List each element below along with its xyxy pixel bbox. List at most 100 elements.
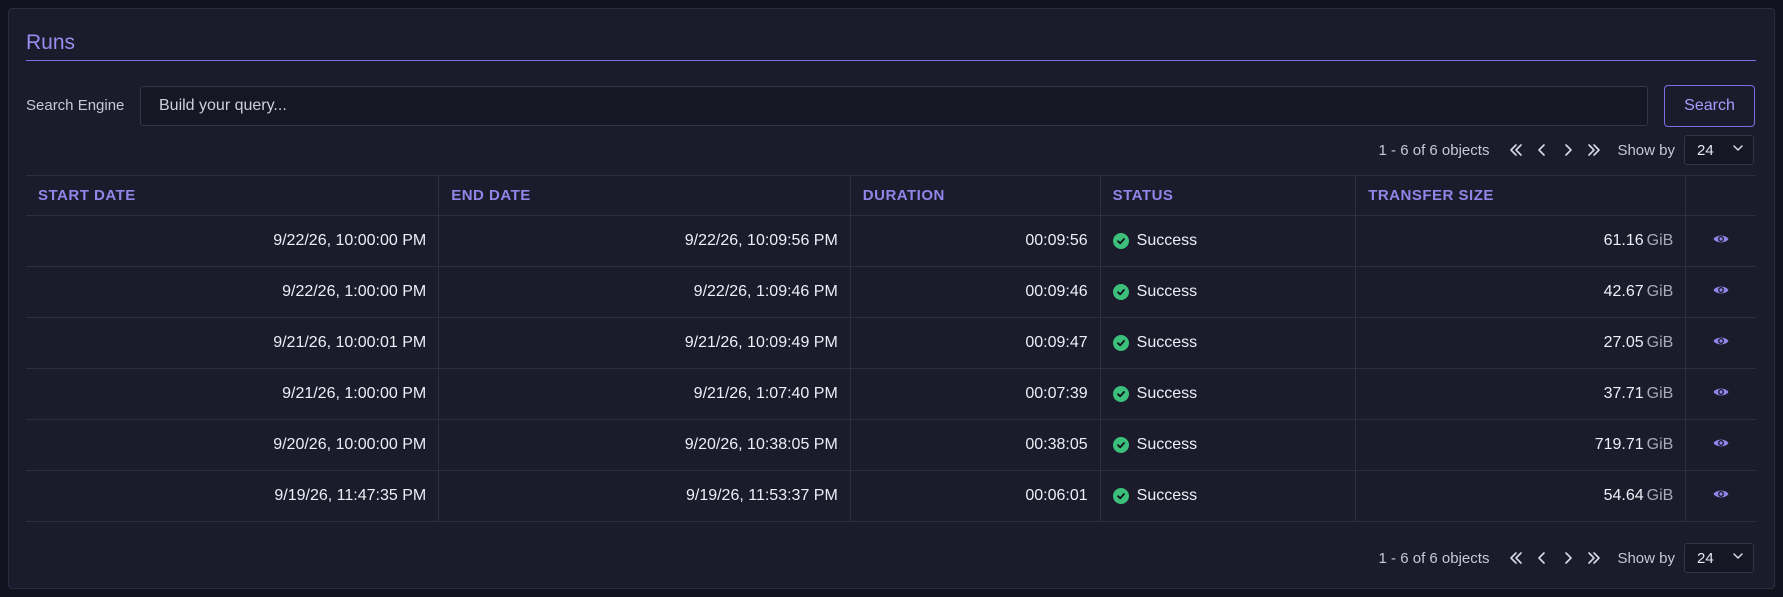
actions-cell	[1685, 368, 1756, 420]
pagination-top: 1 - 6 of 6 objects Show by 24	[1379, 135, 1754, 165]
show-by-select[interactable]: 24	[1684, 135, 1754, 165]
status-cell: Success	[1100, 317, 1357, 369]
status-text: Success	[1136, 282, 1198, 300]
show-by-label: Show by	[1617, 549, 1675, 567]
show-by-label: Show by	[1617, 141, 1675, 159]
search-button[interactable]: Search	[1664, 85, 1755, 127]
first-page-icon[interactable]	[1503, 137, 1529, 163]
show-by-select[interactable]: 24	[1684, 543, 1754, 573]
actions-cell	[1685, 317, 1756, 369]
start-date-cell: 9/20/26, 10:00:00 PM	[26, 419, 440, 471]
transfer-size-unit: GiB	[1646, 487, 1674, 504]
table-row[interactable]: 9/20/26, 10:00:00 PM 9/20/26, 10:38:05 P…	[26, 419, 1756, 471]
status-cell: Success	[1100, 266, 1357, 318]
transfer-size-value: 54.64	[1603, 487, 1644, 504]
previous-page-icon[interactable]	[1529, 545, 1555, 571]
eye-icon[interactable]	[1712, 383, 1730, 401]
duration-cell: 00:06:01	[850, 470, 1101, 522]
duration-cell: 00:09:47	[850, 317, 1101, 369]
end-date-cell: 9/20/26, 10:38:05 PM	[438, 419, 851, 471]
end-date-cell: 9/19/26, 11:53:37 PM	[438, 470, 851, 522]
start-date-cell: 9/21/26, 10:00:01 PM	[26, 317, 440, 369]
status-cell: Success	[1100, 470, 1357, 522]
search-input[interactable]	[140, 86, 1648, 126]
pagination-count: 1 - 6 of 6 objects	[1378, 549, 1490, 567]
table-header-row: START DATE END DATE DURATION STATUS TRAN…	[26, 175, 1756, 216]
search-label: Search Engine	[26, 97, 125, 114]
status-text: Success	[1136, 486, 1198, 504]
show-by-value: 24	[1697, 549, 1714, 567]
runs-panel: Runs Search Engine Search 1 - 6 of 6 obj…	[8, 8, 1775, 589]
start-date-cell: 9/19/26, 11:47:35 PM	[26, 470, 440, 522]
transfer-size-cell: 27.05 GiB	[1355, 317, 1687, 369]
table-row[interactable]: 9/21/26, 1:00:00 PM 9/21/26, 1:07:40 PM …	[26, 368, 1756, 420]
page-title: Runs	[26, 31, 76, 54]
table-row[interactable]: 9/22/26, 1:00:00 PM 9/22/26, 1:09:46 PM …	[26, 266, 1756, 318]
column-header-status[interactable]: STATUS	[1100, 175, 1357, 216]
chevron-down-icon	[1731, 141, 1745, 159]
previous-page-icon[interactable]	[1529, 137, 1555, 163]
actions-cell	[1685, 470, 1756, 522]
success-check-icon	[1112, 283, 1129, 300]
start-date-cell: 9/21/26, 1:00:00 PM	[26, 368, 440, 420]
column-header-transfer-size[interactable]: TRANSFER SIZE	[1355, 175, 1687, 216]
transfer-size-cell: 37.71 GiB	[1355, 368, 1687, 420]
success-check-icon	[1112, 232, 1129, 249]
duration-cell: 00:09:46	[850, 266, 1101, 318]
success-check-icon	[1112, 334, 1129, 351]
next-page-icon[interactable]	[1555, 137, 1581, 163]
transfer-size-unit: GiB	[1646, 385, 1674, 402]
runs-table: START DATE END DATE DURATION STATUS TRAN…	[26, 175, 1756, 522]
status-text: Success	[1136, 231, 1198, 249]
first-page-icon[interactable]	[1503, 545, 1529, 571]
transfer-size-value: 61.16	[1603, 232, 1644, 249]
title-divider	[26, 60, 1756, 61]
eye-icon[interactable]	[1712, 434, 1730, 452]
transfer-size-cell: 61.16 GiB	[1355, 215, 1687, 267]
transfer-size-cell: 54.64 GiB	[1355, 470, 1687, 522]
success-check-icon	[1112, 436, 1129, 453]
eye-icon[interactable]	[1712, 485, 1730, 503]
transfer-size-unit: GiB	[1646, 283, 1674, 300]
status-cell: Success	[1100, 215, 1357, 267]
column-header-end-date[interactable]: END DATE	[438, 175, 851, 216]
end-date-cell: 9/21/26, 10:09:49 PM	[438, 317, 851, 369]
last-page-icon[interactable]	[1581, 137, 1607, 163]
eye-icon[interactable]	[1712, 230, 1730, 248]
transfer-size-value: 37.71	[1603, 385, 1644, 402]
table-row[interactable]: 9/19/26, 11:47:35 PM 9/19/26, 11:53:37 P…	[26, 470, 1756, 522]
transfer-size-cell: 42.67 GiB	[1355, 266, 1687, 318]
transfer-size-cell: 719.71 GiB	[1355, 419, 1687, 471]
actions-cell	[1685, 215, 1756, 267]
status-text: Success	[1136, 333, 1198, 351]
next-page-icon[interactable]	[1555, 545, 1581, 571]
transfer-size-value: 27.05	[1603, 334, 1644, 351]
status-text: Success	[1136, 435, 1198, 453]
transfer-size-value: 42.67	[1603, 283, 1644, 300]
success-check-icon	[1112, 385, 1129, 402]
show-by-value: 24	[1697, 141, 1714, 159]
success-check-icon	[1112, 487, 1129, 504]
status-cell: Success	[1100, 419, 1357, 471]
actions-cell	[1685, 266, 1756, 318]
table-row[interactable]: 9/22/26, 10:00:00 PM 9/22/26, 10:09:56 P…	[26, 215, 1756, 267]
duration-cell: 00:07:39	[850, 368, 1101, 420]
column-header-start-date[interactable]: START DATE	[26, 175, 440, 216]
table-row[interactable]: 9/21/26, 10:00:01 PM 9/21/26, 10:09:49 P…	[26, 317, 1756, 369]
end-date-cell: 9/22/26, 10:09:56 PM	[438, 215, 851, 267]
column-header-actions	[1685, 175, 1756, 216]
transfer-size-unit: GiB	[1646, 334, 1674, 351]
transfer-size-unit: GiB	[1646, 436, 1674, 453]
eye-icon[interactable]	[1712, 332, 1730, 350]
chevron-down-icon	[1731, 549, 1745, 567]
duration-cell: 00:09:56	[850, 215, 1101, 267]
pagination-count: 1 - 6 of 6 objects	[1378, 141, 1490, 159]
duration-cell: 00:38:05	[850, 419, 1101, 471]
column-header-duration[interactable]: DURATION	[850, 175, 1101, 216]
last-page-icon[interactable]	[1581, 545, 1607, 571]
start-date-cell: 9/22/26, 1:00:00 PM	[26, 266, 440, 318]
status-text: Success	[1136, 384, 1198, 402]
eye-icon[interactable]	[1712, 281, 1730, 299]
status-cell: Success	[1100, 368, 1357, 420]
transfer-size-unit: GiB	[1646, 232, 1674, 249]
